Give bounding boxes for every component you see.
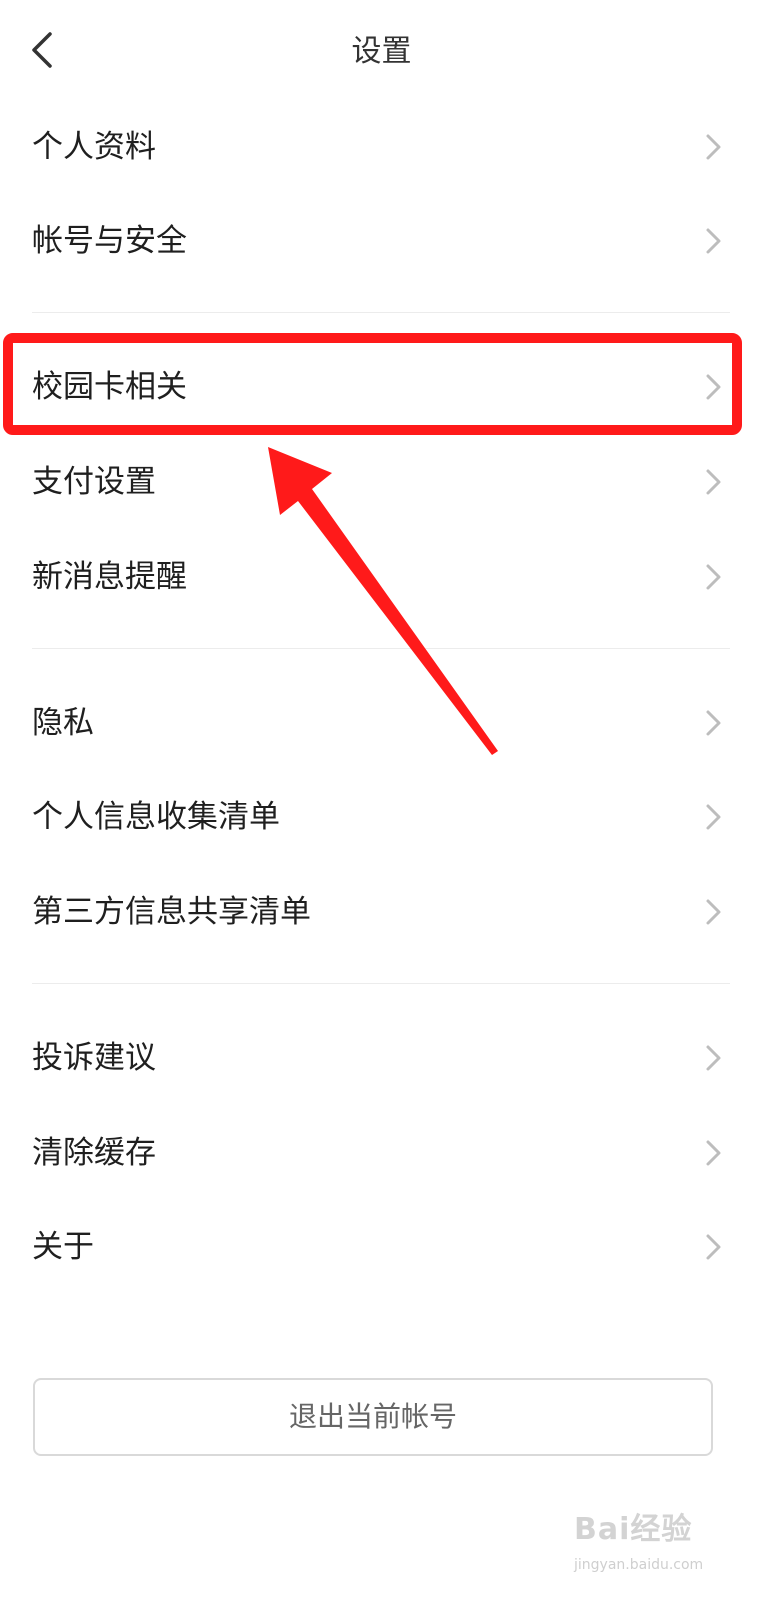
menu-item-clear-cache[interactable]: 清除缓存 bbox=[0, 1106, 763, 1200]
section-divider bbox=[32, 983, 730, 984]
chevron-right-icon bbox=[706, 134, 721, 160]
watermark: Bai经验 jingyan.baidu.com bbox=[574, 1508, 724, 1586]
menu-item-profile[interactable]: 个人资料 bbox=[0, 100, 763, 194]
section-divider bbox=[32, 648, 730, 649]
menu-item-label: 个人信息收集清单 bbox=[32, 799, 280, 835]
menu-item-label: 支付设置 bbox=[32, 464, 156, 500]
chevron-right-icon bbox=[706, 804, 721, 830]
menu-item-label: 清除缓存 bbox=[32, 1135, 156, 1171]
watermark-brand: Bai经验 bbox=[574, 1512, 693, 1547]
menu-item-label: 校园卡相关 bbox=[32, 369, 187, 405]
menu-item-campus-card[interactable]: 校园卡相关 bbox=[0, 340, 763, 434]
watermark-url: jingyan.baidu.com bbox=[574, 1557, 704, 1573]
menu-item-privacy[interactable]: 隐私 bbox=[0, 676, 763, 770]
menu-item-about[interactable]: 关于 bbox=[0, 1200, 763, 1294]
menu-item-label: 个人资料 bbox=[32, 129, 156, 165]
header-bar: 设置 bbox=[0, 0, 763, 104]
menu-item-label: 帐号与安全 bbox=[32, 223, 187, 259]
page-title: 设置 bbox=[351, 34, 412, 69]
menu-item-label: 隐私 bbox=[32, 705, 94, 741]
chevron-right-icon bbox=[706, 1140, 721, 1166]
chevron-right-icon bbox=[706, 469, 721, 495]
chevron-right-icon bbox=[706, 564, 721, 590]
chevron-right-icon bbox=[706, 1234, 721, 1260]
chevron-right-icon bbox=[706, 228, 721, 254]
menu-item-payment-settings[interactable]: 支付设置 bbox=[0, 435, 763, 529]
menu-item-label: 第三方信息共享清单 bbox=[32, 894, 311, 930]
chevron-right-icon bbox=[706, 1045, 721, 1071]
chevron-right-icon bbox=[706, 710, 721, 736]
menu-item-label: 新消息提醒 bbox=[32, 559, 187, 595]
menu-item-label: 关于 bbox=[32, 1229, 94, 1265]
menu-item-label: 投诉建议 bbox=[32, 1040, 156, 1076]
chevron-right-icon bbox=[706, 374, 721, 400]
menu-item-third-party-sharing[interactable]: 第三方信息共享清单 bbox=[0, 865, 763, 959]
menu-item-feedback[interactable]: 投诉建议 bbox=[0, 1011, 763, 1105]
menu-item-notifications[interactable]: 新消息提醒 bbox=[0, 530, 763, 624]
menu-item-personal-info-list[interactable]: 个人信息收集清单 bbox=[0, 770, 763, 864]
logout-button[interactable]: 退出当前帐号 bbox=[33, 1378, 713, 1456]
chevron-right-icon bbox=[706, 899, 721, 925]
section-divider bbox=[32, 312, 730, 313]
menu-item-account-security[interactable]: 帐号与安全 bbox=[0, 194, 763, 288]
